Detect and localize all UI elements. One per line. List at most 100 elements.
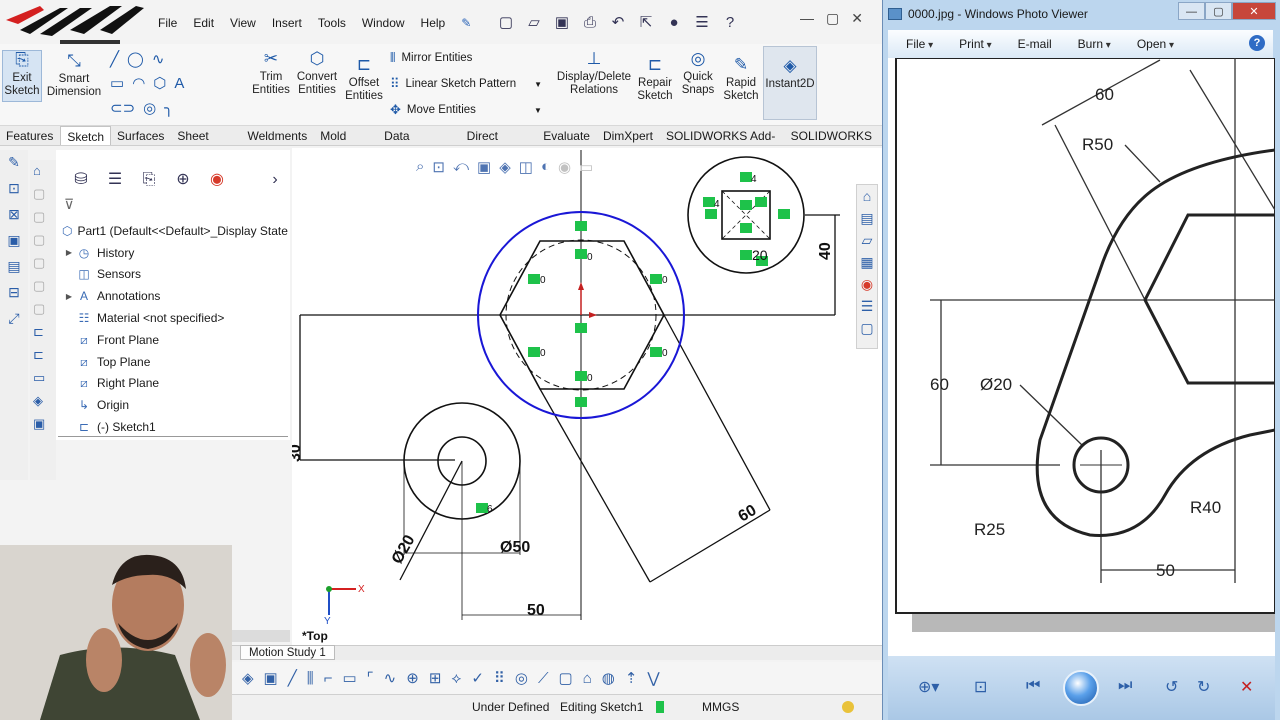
previous-icon[interactable]: ⏮ (1026, 677, 1040, 695)
scene-icon[interactable]: ▭ (579, 158, 593, 176)
tree-root[interactable]: ⬡ Part1 (Default<<Default>_Display State… (56, 220, 298, 242)
toolbar-icon[interactable]: ▢ (559, 669, 573, 687)
zoom-icon[interactable]: ⊕▾ (918, 677, 939, 697)
sketch-tool-icon[interactable]: ⊠ (4, 206, 24, 224)
menu-view[interactable]: View (222, 16, 264, 30)
toolbar-icon[interactable]: ⋁ (647, 669, 659, 687)
slot-icon[interactable]: ⊂⊃ (110, 99, 135, 117)
home-icon[interactable]: ⌂ (857, 185, 877, 207)
layer-icon[interactable]: ▢ (33, 278, 53, 298)
close-icon[interactable]: ✕ (1232, 2, 1276, 20)
design-library-icon[interactable]: ▤ (857, 207, 877, 229)
pv-menu-email[interactable]: E-mail (1018, 37, 1052, 51)
zoom-to-fit-icon[interactable]: ⌕ (416, 158, 424, 176)
filter-icon[interactable]: ⊽ (64, 196, 74, 213)
expand-arrow-icon[interactable]: ▶ (62, 248, 76, 257)
close-icon[interactable]: ✕ (851, 10, 863, 27)
notification-icon[interactable] (842, 701, 854, 713)
tab-sketch[interactable]: Sketch (60, 126, 112, 145)
toolbar-icon[interactable]: ⌂ (583, 670, 592, 687)
bracket-icon[interactable]: ⊏ (33, 324, 53, 344)
file-explorer-icon[interactable]: ▱ (857, 229, 877, 251)
delete-icon[interactable]: ✕ (1240, 677, 1253, 697)
rotate-clockwise-icon[interactable]: ↻ (1197, 677, 1210, 697)
select-cursor-icon[interactable]: ⇱ (635, 13, 657, 33)
dimxpert-tab-icon[interactable]: ⊕ (172, 169, 194, 191)
menu-help[interactable]: Help (413, 16, 454, 30)
dimension-60[interactable]: 60 (736, 502, 760, 526)
toolbar-icon[interactable]: ✓ (471, 669, 484, 687)
toolbar-icon[interactable]: ◍ (602, 669, 615, 687)
toolbar-icon[interactable]: ⇡ (625, 669, 638, 687)
line-icon[interactable]: ╱ (288, 669, 297, 687)
tree-item-origin[interactable]: ↳ Origin (56, 394, 290, 416)
menu-file[interactable]: File (150, 16, 185, 30)
options-icon[interactable]: ☰ (691, 13, 713, 33)
hide-show-icon[interactable]: ◐ (541, 158, 550, 176)
point-icon[interactable]: ⊕ (406, 669, 419, 687)
tree-item-sensors[interactable]: ◫ Sensors (56, 264, 290, 286)
circle-icon[interactable]: ◯ (127, 50, 144, 68)
layer-icon[interactable]: ▢ (33, 301, 53, 321)
dimension-40[interactable]: 40 (817, 242, 834, 260)
tab-direct-editing[interactable]: Direct Editing (461, 126, 538, 163)
rectangle-icon[interactable]: ▭ (342, 669, 356, 687)
menu-tools[interactable]: Tools (310, 16, 354, 30)
menu-edit[interactable]: Edit (185, 16, 222, 30)
help-icon[interactable]: ? (719, 13, 741, 33)
tab-data-migration[interactable]: Data Migration (378, 126, 461, 163)
feature-tree-tab-icon[interactable]: ⛁ (70, 169, 92, 191)
display-icon[interactable]: ▭ (33, 370, 53, 390)
arc-icon[interactable]: ◠ (132, 74, 145, 92)
new-document-icon[interactable]: ▢ (495, 13, 517, 33)
rectangle-icon[interactable]: ▭ (110, 74, 124, 92)
pv-menu-burn[interactable]: Burn (1078, 37, 1111, 51)
maximize-icon[interactable]: ▢ (826, 10, 839, 27)
sketch-tool-icon[interactable]: ▤ (4, 258, 24, 276)
property-manager-tab-icon[interactable]: ☰ (104, 169, 126, 191)
pv-menu-file[interactable]: File (906, 37, 933, 51)
unit-system[interactable]: MMGS (702, 700, 739, 714)
repair-sketch-button[interactable]: ⊏ Repair Sketch (634, 56, 676, 103)
trim-entities-button[interactable]: ✂ Trim Entities (250, 50, 292, 97)
open-folder-icon[interactable]: ▱ (523, 13, 545, 33)
chevron-down-icon[interactable]: ▼ (534, 80, 542, 89)
toolbar-icon[interactable]: ⟡ (451, 670, 461, 687)
linear-sketch-pattern-button[interactable]: ⠿ Linear Sketch Pattern ▼ (390, 76, 542, 92)
dimension-dia20[interactable]: Ø20 (389, 532, 419, 567)
smart-dimension-button[interactable]: ⤡ Smart Dimension (44, 52, 104, 99)
minimize-icon[interactable]: — (800, 10, 814, 27)
menu-window[interactable]: Window (354, 16, 413, 30)
configuration-tab-icon[interactable]: ⎘ (138, 169, 160, 191)
custom-properties-icon[interactable]: ☰ (857, 295, 877, 317)
offset-entities-button[interactable]: ⊏ Offset Entities (342, 56, 386, 103)
sketch-tool-icon[interactable]: ✎ (4, 154, 24, 172)
layer-icon[interactable]: ▢ (33, 186, 53, 206)
section-view-icon[interactable]: ▣ (477, 158, 491, 176)
zoom-area-icon[interactable]: ⊡ (432, 158, 445, 176)
toolbar-icon[interactable]: ⌐ (324, 670, 333, 687)
cube-icon[interactable]: ◈ (33, 393, 53, 413)
toolbar-icon[interactable]: ⟋ (538, 670, 549, 687)
next-icon[interactable]: ⏭ (1118, 677, 1132, 695)
sketch-tool-icon[interactable]: ⊟ (4, 284, 24, 302)
tree-item-history[interactable]: ▶ ◷ History (56, 242, 290, 264)
pv-menu-open[interactable]: Open (1137, 37, 1174, 51)
previous-view-icon[interactable]: ⤺ (453, 158, 469, 176)
edit-appearance-icon[interactable]: ◉ (558, 158, 571, 176)
rotate-counterclockwise-icon[interactable]: ↺ (1165, 677, 1178, 697)
toolbar-icon[interactable]: ◈ (242, 669, 254, 687)
convert-entities-button[interactable]: ⬡ Convert Entities (294, 50, 340, 97)
spline-icon[interactable]: ∿ (152, 50, 165, 68)
toolbar-icon[interactable]: ⫼ (307, 670, 314, 687)
toolbar-icon[interactable]: ⊞ (429, 669, 442, 687)
appearances-icon[interactable]: ◉ (857, 273, 877, 295)
tree-item-top-plane[interactable]: ⧄ Top Plane (56, 351, 290, 373)
tab-surfaces[interactable]: Surfaces (111, 126, 171, 145)
pv-menu-print[interactable]: Print (959, 37, 992, 51)
toolbar-icon[interactable]: ⌜ (367, 669, 374, 687)
tree-item-right-plane[interactable]: ⧄ Right Plane (56, 373, 290, 395)
view-orientation-icon[interactable]: ◈ (499, 158, 511, 176)
motion-study-tab[interactable]: Motion Study 1 (240, 645, 335, 660)
tree-item-front-plane[interactable]: ⧄ Front Plane (56, 329, 290, 351)
